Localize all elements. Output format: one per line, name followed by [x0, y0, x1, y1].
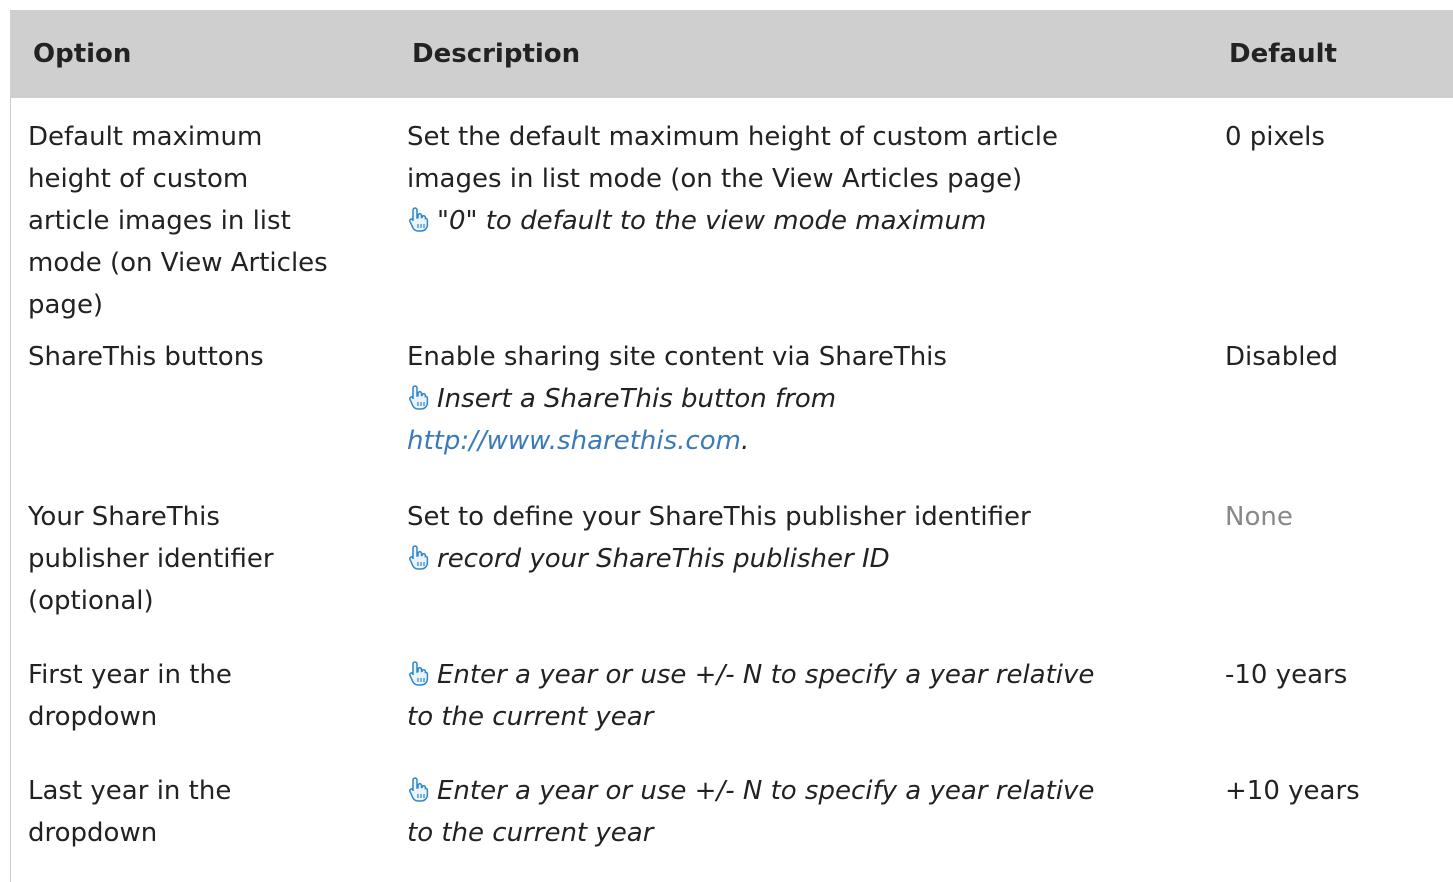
option-line: ShareThis buttons	[28, 342, 264, 372]
default-cell: +10 years	[1225, 776, 1360, 806]
description-line: Set to define your ShareThis publisher i…	[407, 502, 1031, 532]
link-suffix: .	[740, 426, 750, 456]
pointing-hand-icon	[409, 207, 429, 232]
table-row: ShareThis buttons Enable sharing site co…	[10, 318, 1453, 478]
hint-text: to the current year	[407, 818, 654, 848]
pointing-hand-icon	[409, 777, 429, 802]
hint-line: Enter a year or use +/- N to specify a y…	[407, 654, 1207, 696]
hint-text: record your ShareThis publisher ID	[437, 544, 890, 574]
pointing-hand-icon	[409, 545, 429, 570]
description-cell: Set to define your ShareThis publisher i…	[407, 496, 1207, 580]
description-line: images in list mode (on the View Article…	[407, 164, 1023, 194]
option-cell: Your ShareThis publisher identifier (opt…	[28, 496, 388, 622]
option-line: First year in the	[28, 660, 232, 690]
hint-line: "0" to default to the view mode maximum	[407, 200, 1207, 242]
table-header: Option Description Default	[10, 10, 1453, 98]
hint-line: record your ShareThis publisher ID	[407, 538, 1207, 580]
option-cell: First year in the dropdown	[28, 654, 388, 738]
option-line: dropdown	[28, 818, 158, 848]
option-line: dropdown	[28, 702, 158, 732]
option-line: Default maximum	[28, 122, 263, 152]
description-line: Enable sharing site content via ShareThi…	[407, 342, 947, 372]
hint-text: "0" to default to the view mode maximum	[437, 206, 987, 236]
option-cell: Default maximum height of custom article…	[28, 116, 388, 326]
options-table: Option Description Default Default maxim…	[10, 10, 1453, 862]
default-cell: 0 pixels	[1225, 122, 1325, 152]
table-row: First year in the dropdown Enter a year …	[10, 636, 1453, 752]
option-line: publisher identifier	[28, 544, 274, 574]
default-cell: Disabled	[1225, 342, 1338, 372]
hint-link-line: http://www.sharethis.com.	[407, 420, 1207, 462]
description-cell: Set the default maximum height of custom…	[407, 116, 1207, 242]
description-cell: Enable sharing site content via ShareThi…	[407, 336, 1207, 462]
default-cell: None	[1225, 502, 1293, 532]
description-cell: Enter a year or use +/- N to specify a y…	[407, 654, 1207, 738]
hint-line: Enter a year or use +/- N to specify a y…	[407, 770, 1207, 812]
option-cell: Last year in the dropdown	[28, 770, 388, 854]
option-line: article images in list	[28, 206, 291, 236]
option-line: Your ShareThis	[28, 502, 220, 532]
description-line: Set the default maximum height of custom…	[407, 122, 1058, 152]
table-row: Your ShareThis publisher identifier (opt…	[10, 478, 1453, 636]
default-cell: -10 years	[1225, 660, 1348, 690]
header-option: Option	[33, 39, 132, 69]
hint-text: Enter a year or use +/- N to specify a y…	[437, 776, 1095, 806]
table-row: Last year in the dropdown Enter a year o…	[10, 752, 1453, 862]
pointing-hand-icon	[409, 661, 429, 686]
hint-text: to the current year	[407, 702, 654, 732]
option-cell: ShareThis buttons	[28, 336, 388, 378]
top-margin	[0, 0, 1453, 10]
description-cell: Enter a year or use +/- N to specify a y…	[407, 770, 1207, 854]
header-description: Description	[412, 39, 581, 69]
hint-text: Enter a year or use +/- N to specify a y…	[437, 660, 1095, 690]
hint-line: Insert a ShareThis button from	[407, 378, 1207, 420]
sharethis-link[interactable]: http://www.sharethis.com	[407, 426, 741, 456]
option-line: (optional)	[28, 586, 154, 616]
hint-text: Insert a ShareThis button from	[437, 384, 837, 414]
header-default: Default	[1229, 39, 1337, 69]
option-line: height of custom	[28, 164, 249, 194]
table-row: Default maximum height of custom article…	[10, 98, 1453, 320]
option-line: mode (on View Articles	[28, 248, 328, 278]
option-line: Last year in the	[28, 776, 232, 806]
pointing-hand-icon	[409, 385, 429, 410]
